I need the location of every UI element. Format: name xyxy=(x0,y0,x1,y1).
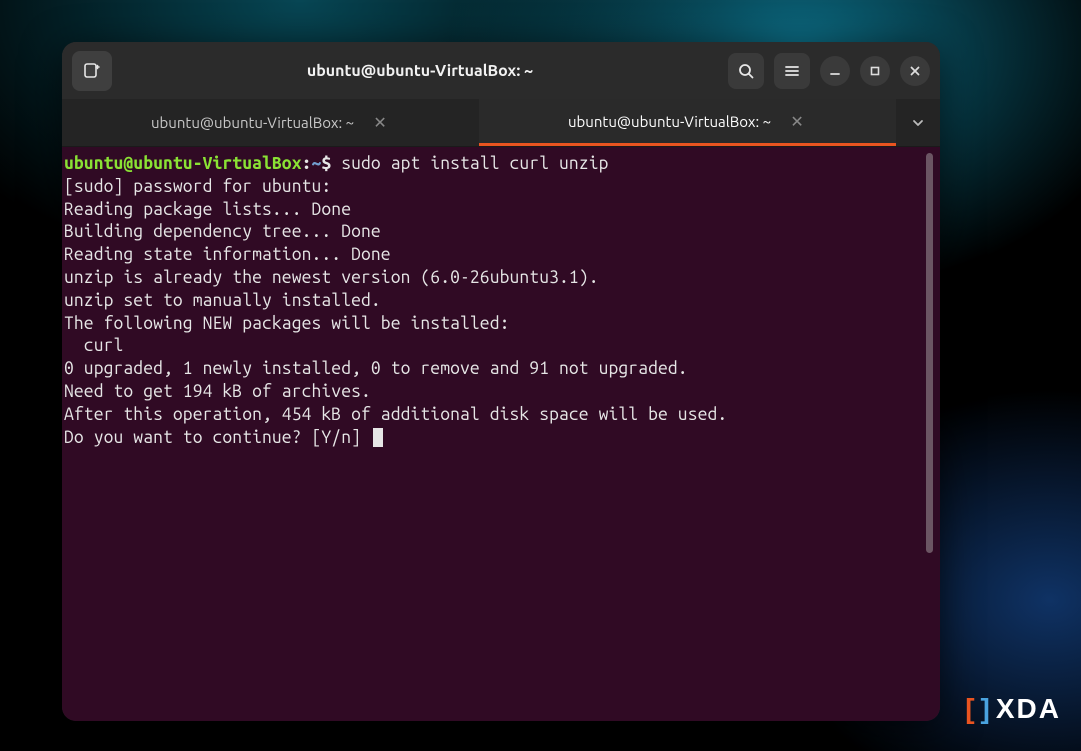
scrollbar-thumb[interactable] xyxy=(926,153,933,553)
close-button[interactable] xyxy=(900,56,930,86)
tab-bar: ubuntu@ubuntu-VirtualBox: ~ ✕ ubuntu@ubu… xyxy=(62,99,940,147)
output-line: Building dependency tree... Done xyxy=(64,222,381,241)
bracket-right-icon: ] xyxy=(981,693,992,725)
new-tab-icon xyxy=(83,62,101,80)
output-line: After this operation, 454 kB of addition… xyxy=(64,405,727,424)
terminal-output: ubuntu@ubuntu-VirtualBox:~$ sudo apt ins… xyxy=(64,153,925,715)
bracket-left-icon: [ xyxy=(965,693,976,725)
watermark-text: XDA xyxy=(996,693,1061,725)
output-line: Need to get 194 kB of archives. xyxy=(64,382,371,401)
output-line: The following NEW packages will be insta… xyxy=(64,314,510,333)
output-line: Reading package lists... Done xyxy=(64,200,351,219)
menu-button[interactable] xyxy=(774,53,810,89)
prompt-colon: : xyxy=(302,154,312,173)
prompt-user: ubuntu@ubuntu-VirtualBox xyxy=(64,154,302,173)
terminal-tab-0[interactable]: ubuntu@ubuntu-VirtualBox: ~ ✕ xyxy=(62,99,479,146)
window-titlebar: ubuntu@ubuntu-VirtualBox: ~ xyxy=(62,42,940,99)
maximize-button[interactable] xyxy=(860,56,890,86)
close-icon xyxy=(909,65,921,77)
new-tab-button[interactable] xyxy=(72,51,112,91)
minimize-button[interactable] xyxy=(820,56,850,86)
output-line: unzip is already the newest version (6.0… xyxy=(64,268,599,287)
minimize-icon xyxy=(829,65,841,77)
tab-close-button[interactable]: ✕ xyxy=(787,112,807,131)
prompt-path: ~ xyxy=(312,154,322,173)
search-icon xyxy=(738,63,754,79)
chevron-down-icon xyxy=(911,116,925,130)
tab-label: ubuntu@ubuntu-VirtualBox: ~ xyxy=(568,113,771,130)
maximize-icon xyxy=(869,65,881,77)
prompt-dollar: $ xyxy=(321,154,341,173)
output-line: unzip set to manually installed. xyxy=(64,291,381,310)
output-line: Reading state information... Done xyxy=(64,245,391,264)
output-line: Do you want to continue? [Y/n] xyxy=(64,428,371,447)
output-line: 0 upgraded, 1 newly installed, 0 to remo… xyxy=(64,359,688,378)
prompt-command: sudo apt install curl unzip xyxy=(341,154,608,173)
output-line: [sudo] password for ubuntu: xyxy=(64,177,331,196)
hamburger-icon xyxy=(784,63,800,79)
terminal-body[interactable]: ubuntu@ubuntu-VirtualBox:~$ sudo apt ins… xyxy=(62,147,940,721)
terminal-window: ubuntu@ubuntu-VirtualBox: ~ xyxy=(62,42,940,721)
xda-watermark: [] XDA xyxy=(965,693,1061,725)
terminal-tab-1[interactable]: ubuntu@ubuntu-VirtualBox: ~ ✕ xyxy=(479,99,896,146)
tab-dropdown-button[interactable] xyxy=(896,99,940,146)
search-button[interactable] xyxy=(728,53,764,89)
terminal-scrollbar[interactable] xyxy=(925,153,934,715)
tab-label: ubuntu@ubuntu-VirtualBox: ~ xyxy=(151,114,354,131)
window-title: ubuntu@ubuntu-VirtualBox: ~ xyxy=(118,62,722,80)
tab-close-button[interactable]: ✕ xyxy=(370,113,390,132)
output-line: curl xyxy=(64,336,123,355)
text-cursor xyxy=(373,428,383,447)
